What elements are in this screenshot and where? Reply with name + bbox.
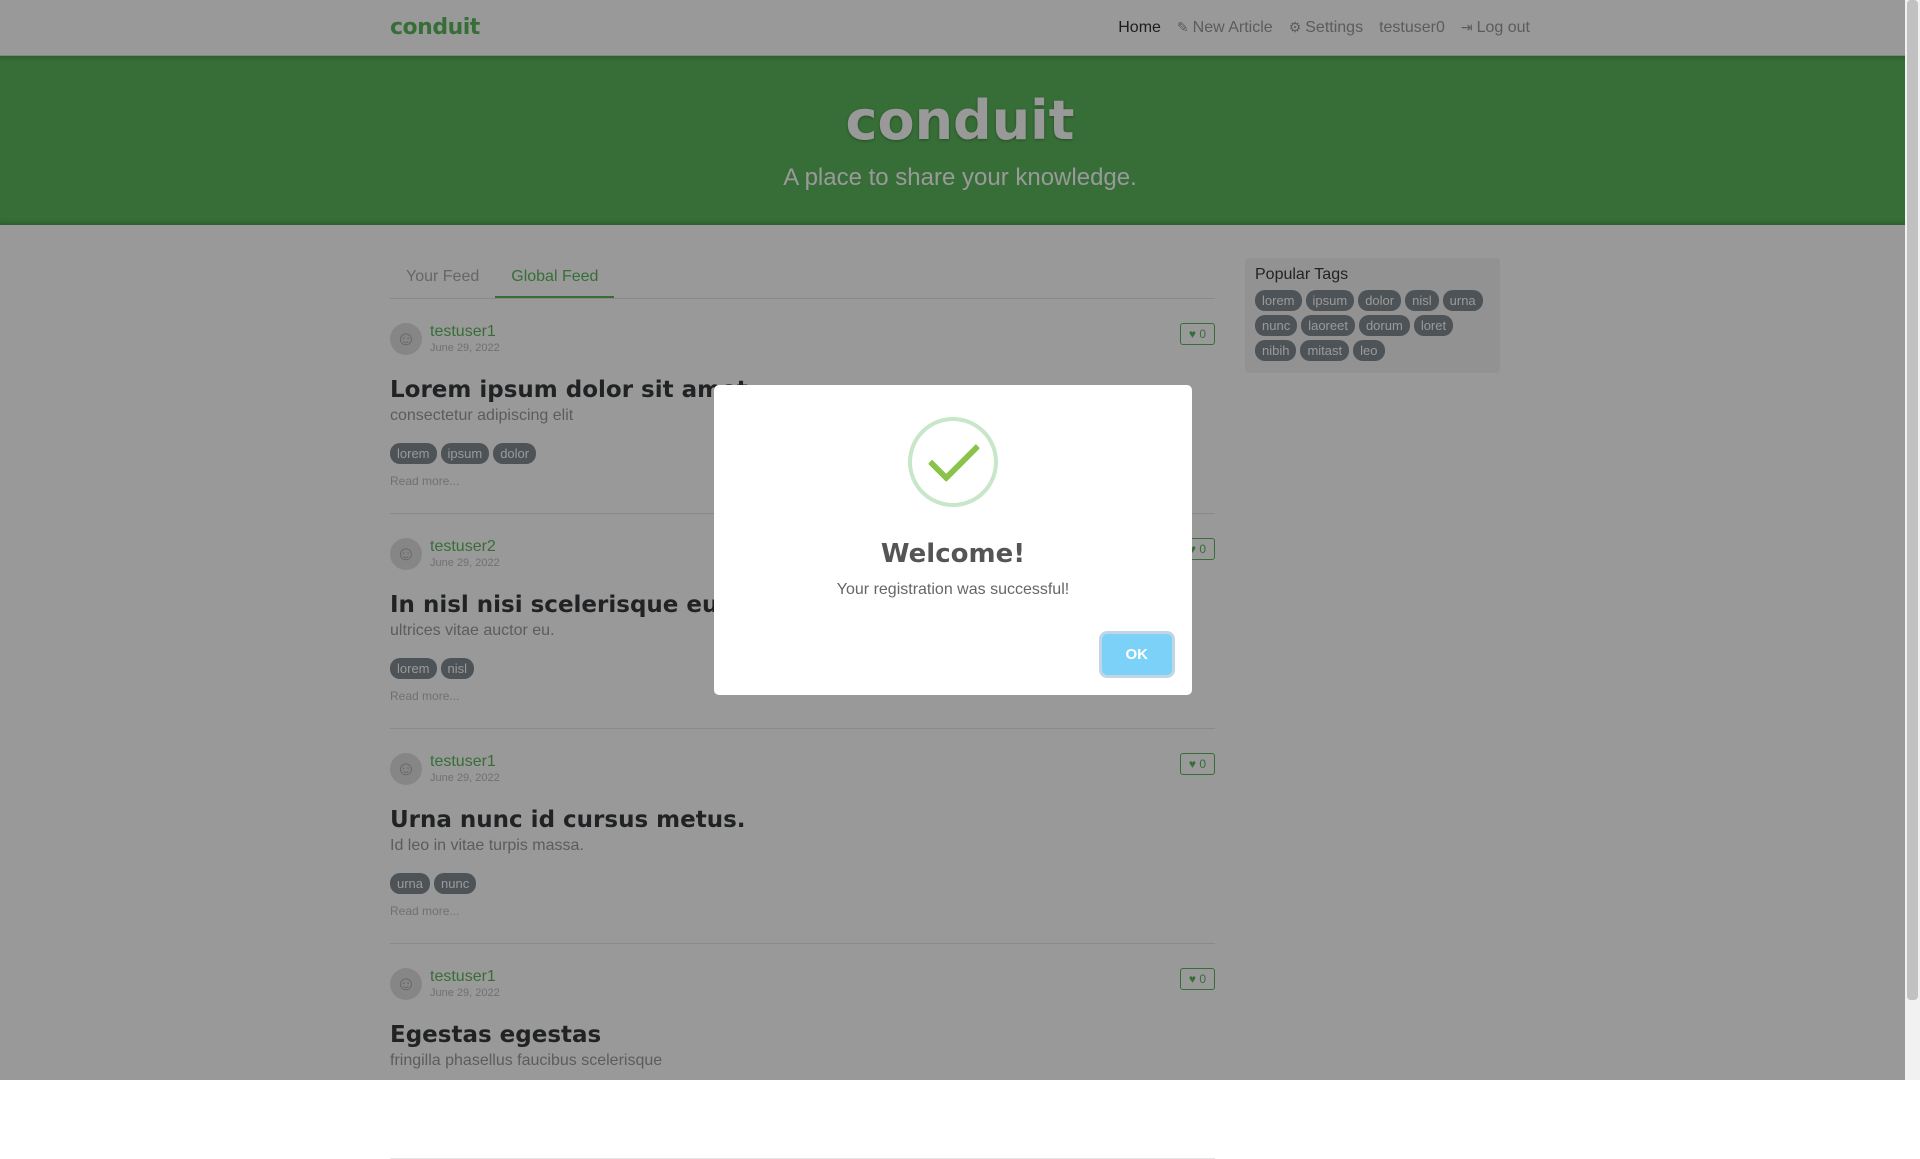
checkmark-icon bbox=[927, 429, 981, 483]
scrollbar-thumb[interactable] bbox=[1907, 0, 1918, 1000]
modal-overlay[interactable]: Welcome! Your registration was successfu… bbox=[0, 0, 1920, 1080]
page-scrollbar[interactable] bbox=[1905, 0, 1920, 1080]
ok-button[interactable]: OK bbox=[1101, 634, 1172, 675]
modal-title: Welcome! bbox=[880, 539, 1026, 569]
success-icon bbox=[908, 417, 998, 507]
welcome-modal: Welcome! Your registration was successfu… bbox=[714, 385, 1192, 695]
modal-text: Your registration was successful! bbox=[836, 581, 1070, 598]
